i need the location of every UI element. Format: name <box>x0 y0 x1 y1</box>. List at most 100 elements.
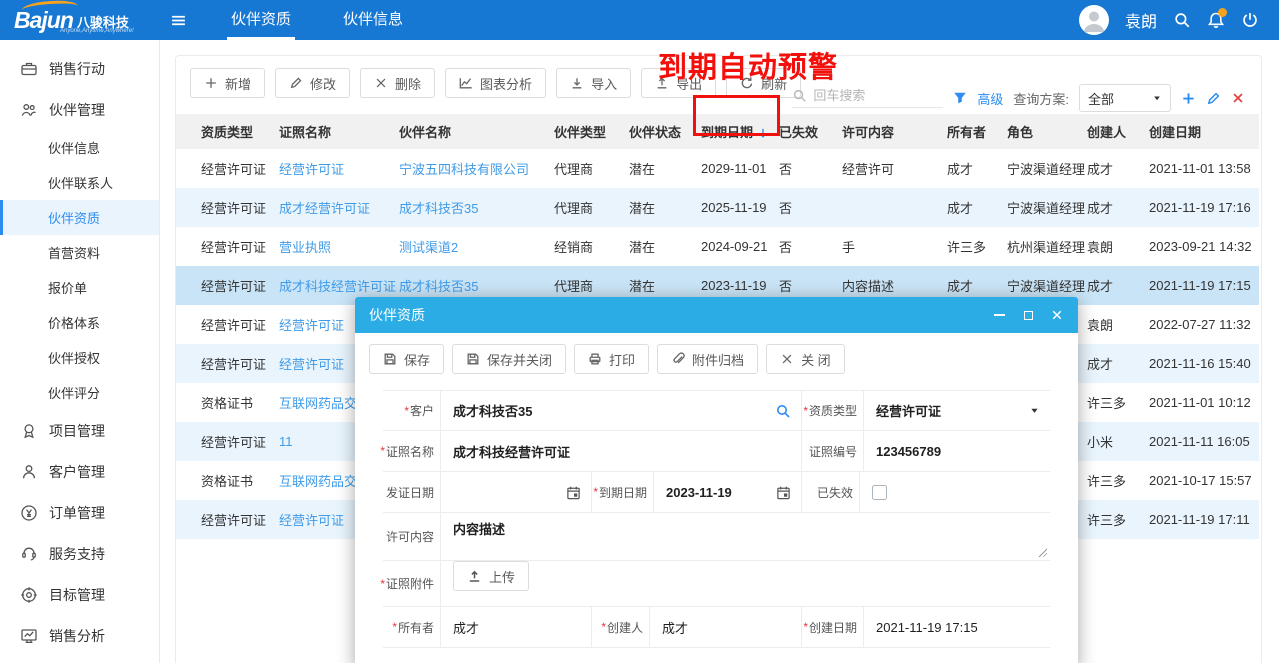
creator-field[interactable]: 成才 <box>650 618 801 637</box>
scheme-select[interactable]: 全部 <box>1079 84 1171 112</box>
cell-link[interactable]: 经营许可证 <box>279 318 344 333</box>
column-header-创建人[interactable]: 创建人 <box>1087 114 1149 149</box>
cert-name-field[interactable]: 成才科技经营许可证 <box>441 442 801 461</box>
修改-button[interactable]: 修改 <box>275 68 350 98</box>
close-icon[interactable] <box>1050 308 1064 322</box>
nav-tab[interactable]: 伙伴资质 <box>205 0 317 40</box>
cell-link[interactable]: 成才科技否35 <box>399 279 478 294</box>
column-header-资质类型[interactable]: 资质类型 <box>176 114 279 149</box>
bell-icon[interactable] <box>1207 11 1225 29</box>
table-cell[interactable]: 经营许可证 <box>279 149 399 188</box>
resize-handle[interactable] <box>1037 547 1047 557</box>
table-cell[interactable]: 成才科技否35 <box>399 188 554 227</box>
owner-field[interactable]: 成才 <box>441 618 591 637</box>
sidebar-item-销售分析[interactable]: 销售分析 <box>0 615 159 656</box>
导入-button[interactable]: 导入 <box>556 68 631 98</box>
删除-button[interactable]: 删除 <box>360 68 435 98</box>
create-date-field[interactable]: 2021-11-19 17:15 <box>864 620 1050 635</box>
cell-link[interactable]: 成才科技经营许可证 <box>279 279 396 294</box>
column-label: 创建日期 <box>1149 125 1201 140</box>
content-textarea[interactable]: 内容描述 <box>441 513 1050 560</box>
order-icon <box>20 504 38 522</box>
calendar-icon[interactable] <box>566 485 591 500</box>
column-header-许可内容[interactable]: 许可内容 <box>842 114 947 149</box>
maximize-icon[interactable] <box>1021 308 1035 322</box>
关 闭-button[interactable]: 关 闭 <box>766 344 845 374</box>
qual-type-select[interactable]: 经营许可证 <box>864 401 1029 420</box>
sales-action-icon <box>20 60 38 78</box>
user-name[interactable]: 袁朗 <box>1125 8 1157 32</box>
customer-lookup-icon[interactable] <box>775 403 801 419</box>
table-row[interactable]: 经营许可证经营许可证宁波五四科技有限公司代理商潜在2029-11-01否经营许可… <box>176 149 1259 188</box>
column-header-伙伴类型[interactable]: 伙伴类型 <box>554 114 629 149</box>
sidebar-item-伙伴信息[interactable]: 伙伴信息 <box>0 130 159 165</box>
sidebar-item-销售行动[interactable]: 销售行动 <box>0 48 159 89</box>
cert-no-field[interactable]: 123456789 <box>864 444 1050 459</box>
minimize-icon[interactable] <box>992 308 1006 322</box>
cell-link[interactable]: 营业执照 <box>279 240 331 255</box>
sidebar-item-label: 客户管理 <box>49 462 105 482</box>
sidebar-item-价格体系[interactable]: 价格体系 <box>0 305 159 340</box>
保存-button[interactable]: 保存 <box>369 344 444 374</box>
table-cell[interactable]: 测试渠道2 <box>399 227 554 266</box>
cell-link[interactable]: 宁波五四科技有限公司 <box>399 162 529 177</box>
column-header-所有者[interactable]: 所有者 <box>947 114 1007 149</box>
打印-button[interactable]: 打印 <box>574 344 649 374</box>
hamburger-menu-icon[interactable] <box>166 8 191 33</box>
sidebar-item-伙伴评分[interactable]: 伙伴评分 <box>0 375 159 410</box>
table-cell[interactable]: 宁波五四科技有限公司 <box>399 149 554 188</box>
table-cell[interactable]: 营业执照 <box>279 227 399 266</box>
sidebar-item-服务支持[interactable]: 服务支持 <box>0 533 159 574</box>
附件归档-button[interactable]: 附件归档 <box>657 344 758 374</box>
table-cell: 2023-09-21 14:32 <box>1149 227 1259 266</box>
column-header-到期日期[interactable]: 到期日期 <box>701 114 779 149</box>
sidebar-item-伙伴管理[interactable]: 伙伴管理 <box>0 89 159 130</box>
delete-scheme-button[interactable] <box>1231 91 1245 105</box>
customer-field[interactable]: 成才科技否35 <box>441 401 775 420</box>
sidebar-item-订单管理[interactable]: 订单管理 <box>0 492 159 533</box>
button-label: 图表分析 <box>480 74 532 93</box>
sidebar-item-目标管理[interactable]: 目标管理 <box>0 574 159 615</box>
nav-tab[interactable]: 伙伴信息 <box>317 0 429 40</box>
sidebar-item-伙伴资质[interactable]: 伙伴资质 <box>0 200 159 235</box>
cell-link[interactable]: 经营许可证 <box>279 162 344 177</box>
图表分析-button[interactable]: 图表分析 <box>445 68 546 98</box>
sidebar-item-客户管理[interactable]: 客户管理 <box>0 451 159 492</box>
chevron-down-icon[interactable] <box>1029 405 1050 416</box>
table-cell[interactable]: 成才经营许可证 <box>279 188 399 227</box>
edit-scheme-button[interactable] <box>1206 91 1221 106</box>
sidebar-item-首营资料[interactable]: 首营资料 <box>0 235 159 270</box>
cell-link[interactable]: 11 <box>279 434 293 449</box>
sidebar-item-伙伴联系人[interactable]: 伙伴联系人 <box>0 165 159 200</box>
column-header-伙伴状态[interactable]: 伙伴状态 <box>629 114 701 149</box>
filter-icon[interactable] <box>953 91 967 105</box>
sidebar-item-项目管理[interactable]: 项目管理 <box>0 410 159 451</box>
calendar-icon[interactable] <box>776 485 801 500</box>
新增-button[interactable]: 新增 <box>190 68 265 98</box>
sidebar-item-伙伴授权[interactable]: 伙伴授权 <box>0 340 159 375</box>
column-header-角色[interactable]: 角色 <box>1007 114 1087 149</box>
expire-date-field[interactable]: 2023-11-19 <box>654 485 776 500</box>
power-icon[interactable] <box>1241 11 1259 29</box>
保存并关闭-button[interactable]: 保存并关闭 <box>452 344 566 374</box>
column-header-伙伴名称[interactable]: 伙伴名称 <box>399 114 554 149</box>
cell-link[interactable]: 成才经营许可证 <box>279 201 370 216</box>
add-scheme-button[interactable] <box>1181 91 1196 106</box>
modal-header[interactable]: 伙伴资质 <box>355 297 1078 333</box>
table-row[interactable]: 经营许可证成才经营许可证成才科技否35代理商潜在2025-11-19否成才宁波渠… <box>176 188 1259 227</box>
column-header-已失效[interactable]: 已失效 <box>779 114 842 149</box>
cell-link[interactable]: 测试渠道2 <box>399 240 458 255</box>
column-header-证照名称[interactable]: 证照名称 <box>279 114 399 149</box>
cell-link[interactable]: 成才科技否35 <box>399 201 478 216</box>
upload-button[interactable]: 上传 <box>453 561 529 591</box>
avatar[interactable] <box>1079 5 1109 35</box>
cell-link[interactable]: 经营许可证 <box>279 513 344 528</box>
column-header-创建日期[interactable]: 创建日期 <box>1149 114 1259 149</box>
table-row[interactable]: 经营许可证营业执照测试渠道2经销商潜在2024-09-21否手许三多杭州渠道经理… <box>176 227 1259 266</box>
sidebar-item-报价单[interactable]: 报价单 <box>0 270 159 305</box>
advanced-search-link[interactable]: 高级 <box>977 89 1003 108</box>
cell-link[interactable]: 经营许可证 <box>279 357 344 372</box>
invalid-checkbox[interactable] <box>872 485 887 500</box>
search-input[interactable] <box>813 88 943 103</box>
search-icon[interactable] <box>1173 11 1191 29</box>
